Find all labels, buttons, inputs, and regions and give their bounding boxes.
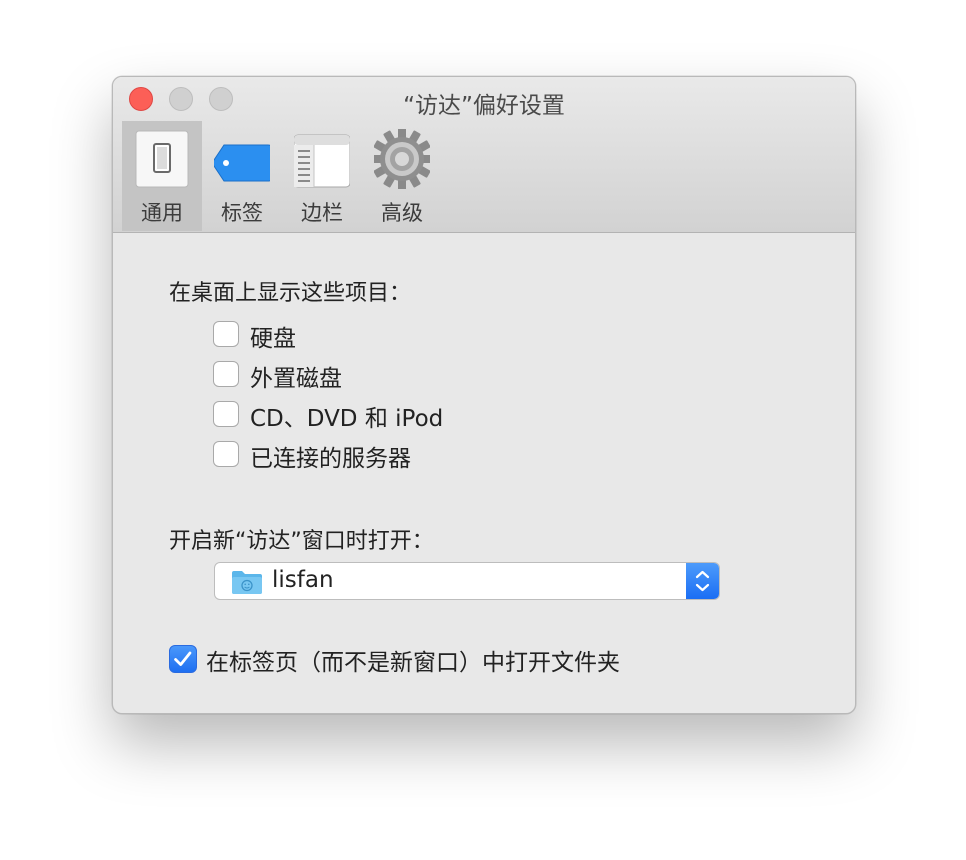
- checkmark-icon: [174, 651, 192, 666]
- general-pane: 在桌面上显示这些项目： 硬盘 外置磁盘 CD、DVD 和 iPod 已连接的服务…: [113, 233, 855, 713]
- popup-stepper[interactable]: [686, 563, 719, 599]
- tab-general-label: 通用: [141, 201, 183, 225]
- finder-preferences-window: “访达”偏好设置 通用 标签 边栏 高级 在桌面上显示这些项目： 硬盘 外置磁盘…: [112, 76, 856, 714]
- up-down-chevron-icon: [695, 570, 710, 592]
- checkbox-connected-servers-box[interactable]: [213, 441, 239, 467]
- checkbox-cds-dvds-ipods-label: CD、DVD 和 iPod: [250, 406, 444, 432]
- tag-icon: [214, 144, 270, 182]
- checkbox-open-in-tabs-label: 在标签页（而不是新窗口）中打开文件夹: [206, 650, 620, 676]
- titlebar-toolbar: “访达”偏好设置 通用 标签 边栏 高级: [113, 77, 855, 233]
- new-window-location-popup[interactable]: lisfan: [214, 562, 720, 600]
- checkbox-open-in-tabs-box[interactable]: [169, 645, 197, 673]
- checkbox-hard-disks-label: 硬盘: [250, 326, 296, 352]
- sidebar-icon: [294, 134, 350, 188]
- checkbox-external-disks-box[interactable]: [213, 361, 239, 387]
- checkbox-connected-servers-label: 已连接的服务器: [250, 446, 411, 472]
- tab-tags[interactable]: 标签: [202, 121, 282, 231]
- tab-tags-label: 标签: [221, 201, 263, 225]
- tab-sidebar[interactable]: 边栏: [282, 121, 362, 231]
- tab-sidebar-label: 边栏: [301, 201, 343, 225]
- new-window-label: 开启新“访达”窗口时打开：: [169, 529, 434, 554]
- new-window-location-value: lisfan: [272, 567, 334, 593]
- checkbox-hard-disks-box[interactable]: [213, 321, 239, 347]
- checkbox-cds-dvds-ipods-box[interactable]: [213, 401, 239, 427]
- window-title: “访达”偏好设置: [403, 93, 565, 119]
- tab-general[interactable]: 通用: [122, 121, 202, 231]
- desktop-items-label: 在桌面上显示这些项目：: [169, 281, 412, 306]
- home-folder-icon: [232, 571, 262, 594]
- tab-advanced[interactable]: 高级: [362, 121, 442, 231]
- general-switch-icon: [135, 130, 189, 188]
- checkbox-external-disks-label: 外置磁盘: [250, 366, 342, 392]
- gear-icon: [374, 129, 430, 189]
- tab-advanced-label: 高级: [381, 201, 423, 225]
